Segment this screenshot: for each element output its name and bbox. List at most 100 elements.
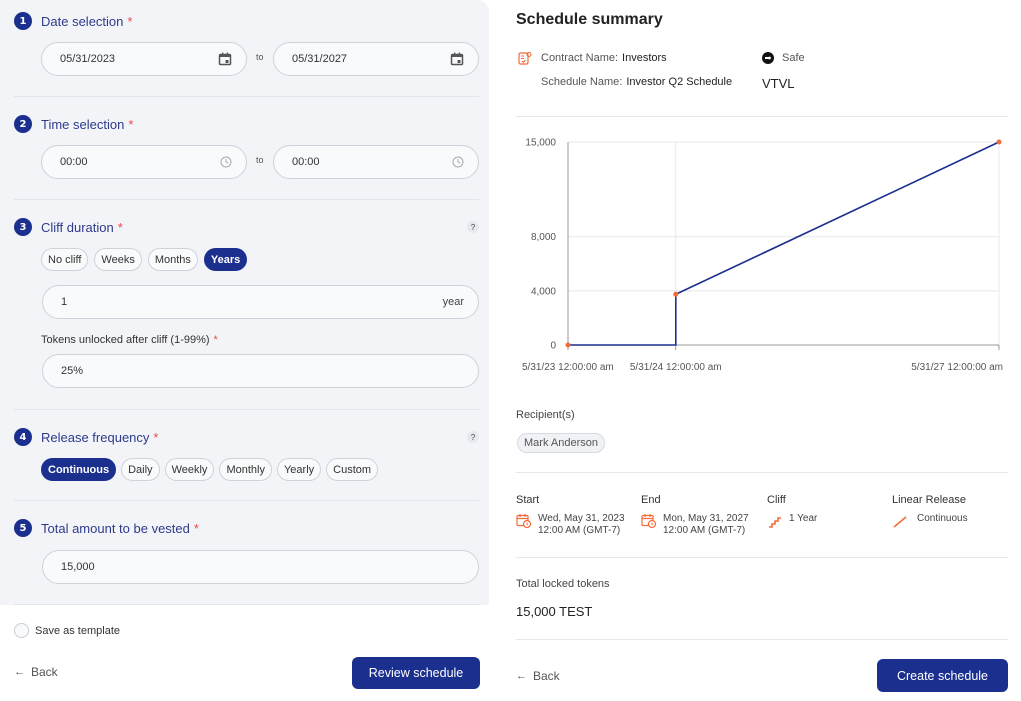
cliff-option-no-cliff[interactable]: No cliff [41, 248, 89, 271]
start-date: Wed, May 31, 2023 [538, 513, 625, 524]
calendar-clock-icon [516, 514, 532, 529]
start-time-value: 00:00 [60, 156, 88, 168]
frequency-option-monthly[interactable]: Monthly [219, 458, 272, 481]
frequency-option-yearly[interactable]: Yearly [276, 458, 322, 481]
start-label: Start [516, 494, 540, 506]
contract-icon [518, 51, 532, 65]
frequency-option-daily[interactable]: Daily [121, 458, 160, 481]
summary-title: Schedule summary [516, 11, 663, 28]
divider [516, 472, 1008, 473]
clock-icon[interactable] [220, 156, 232, 168]
cliff-unit-suffix: year [442, 296, 464, 308]
required-marker: * [193, 520, 199, 536]
y-tick-label: 8,000 [531, 232, 556, 243]
cliff-option-weeks[interactable]: Weeks [94, 248, 142, 271]
end-date: Mon, May 31, 2027 [663, 513, 749, 524]
cliff-summary-value: 1 Year [789, 513, 818, 524]
calendar-clock-icon [641, 514, 657, 529]
calendar-icon[interactable] [218, 52, 232, 66]
required-marker: * [213, 334, 218, 346]
linear-release-label: Linear Release [892, 494, 966, 506]
section-title: Cliff duration [41, 219, 114, 235]
to-label: to [256, 155, 264, 165]
divider [516, 116, 1008, 117]
save-as-template-option[interactable]: Save as template [14, 623, 120, 638]
tokens-unlocked-value: 25% [61, 365, 84, 377]
back-label: Back [533, 669, 560, 683]
cliff-summary: 1 Year [767, 513, 817, 529]
release-frequency-options: Continuous Daily Weekly Monthly Yearly C… [41, 458, 379, 481]
required-marker: * [128, 116, 134, 132]
y-tick-label: 15,000 [525, 138, 556, 149]
section-header: 3 Cliff duration * [14, 218, 123, 236]
section-title: Total amount to be vested [41, 520, 190, 536]
contract-name-row: Contract Name: Investors [541, 52, 667, 64]
vesting-chart-svg: 0 4,000 8,000 15,000 5/31/23 12:00:00 am 5/31… [522, 138, 1003, 374]
schedule-name-value: Investor Q2 Schedule [626, 76, 733, 88]
safe-wallet-icon [762, 52, 774, 64]
end-datetime-text: Mon, May 31, 2027 12:00 AM (GMT-7) [663, 513, 749, 537]
help-icon[interactable]: ? [467, 431, 479, 443]
summary-back-button[interactable]: ← Back [516, 669, 560, 683]
section-header: 2 Time selection * [14, 115, 133, 133]
cliff-duration-value: 1 [61, 296, 68, 308]
tokens-unlocked-input[interactable]: 25% [42, 354, 479, 388]
back-label: Back [31, 665, 58, 679]
end-datetime: Mon, May 31, 2027 12:00 AM (GMT-7) [641, 513, 749, 537]
date-selection-section: 1 Date selection * 05/31/2023 to 05/31/2… [14, 12, 479, 97]
schedule-name-label: Schedule Name: [541, 76, 623, 88]
start-datetime-text: Wed, May 31, 2023 12:00 AM (GMT-7) [538, 513, 625, 537]
create-schedule-button[interactable]: Create schedule [877, 659, 1008, 692]
schedule-name-row: Schedule Name: Investor Q2 Schedule [541, 76, 732, 88]
review-schedule-button[interactable]: Review schedule [352, 657, 480, 689]
start-time-input[interactable]: 00:00 [41, 145, 247, 179]
cliff-option-months[interactable]: Months [147, 248, 198, 271]
linear-release-value: Continuous [917, 513, 968, 524]
frequency-option-weekly[interactable]: Weekly [164, 458, 215, 481]
cliff-option-years[interactable]: Years [203, 248, 248, 271]
vesting-chart: 0 4,000 8,000 15,000 5/31/23 12:00:00 am 5/31… [516, 128, 1016, 378]
arrow-left-icon: ← [516, 670, 527, 682]
total-amount-value: 15,000 [61, 561, 95, 573]
divider [516, 557, 1008, 558]
section-header: 1 Date selection * [14, 12, 132, 30]
end-label: End [641, 494, 661, 506]
cliff-duration-input[interactable]: 1 year [42, 285, 479, 319]
arrow-left-icon: ← [14, 666, 25, 678]
contract-name-label: Contract Name: [541, 52, 619, 64]
cliff-label: Cliff [767, 494, 786, 506]
data-point-marker [996, 139, 1002, 145]
start-datetime: Wed, May 31, 2023 12:00 AM (GMT-7) [516, 513, 625, 537]
tokens-unlocked-label-text: Tokens unlocked after cliff (1-99%) [41, 334, 210, 346]
recipient-chip[interactable]: Mark Anderson [517, 433, 605, 453]
total-amount-section: 5 Total amount to be vested * 15,000 [14, 519, 479, 605]
form-back-button[interactable]: ← Back [14, 665, 58, 679]
x-tick-label: 5/31/23 12:00:00 am [522, 362, 614, 373]
data-point-marker [673, 291, 679, 297]
calendar-icon[interactable] [450, 52, 464, 66]
tokens-unlocked-label: Tokens unlocked after cliff (1-99%) * [41, 334, 218, 346]
end-time-input[interactable]: 00:00 [273, 145, 479, 179]
start-date-value: 05/31/2023 [60, 53, 116, 65]
section-title: Date selection [41, 13, 124, 29]
total-amount-input[interactable]: 15,000 [42, 550, 479, 584]
time-selection-section: 2 Time selection * 00:00 to 00:00 [14, 115, 479, 200]
save-template-radio[interactable] [14, 623, 29, 638]
frequency-option-continuous[interactable]: Continuous [41, 458, 117, 481]
start-date-input[interactable]: 05/31/2023 [41, 42, 247, 76]
release-frequency-section: 4 Release frequency * ? Continuous Daily… [14, 428, 479, 501]
clock-icon[interactable] [452, 156, 464, 168]
required-marker: * [127, 13, 133, 29]
help-icon[interactable]: ? [467, 221, 479, 233]
step-badge: 2 [14, 115, 32, 133]
end-date-input[interactable]: 05/31/2027 [273, 42, 479, 76]
section-header: 4 Release frequency * [14, 428, 158, 446]
step-badge: 4 [14, 428, 32, 446]
frequency-option-custom[interactable]: Custom [326, 458, 379, 481]
vesting-schedule-page: 1 Date selection * 05/31/2023 to 05/31/2… [0, 0, 1021, 701]
section-header: 5 Total amount to be vested * [14, 519, 199, 537]
y-tick-label: 0 [550, 341, 556, 352]
x-tick-label: 5/31/27 12:00:00 am [911, 362, 1003, 373]
section-title: Release frequency [41, 429, 150, 445]
end-time-value: 00:00 [292, 156, 320, 168]
